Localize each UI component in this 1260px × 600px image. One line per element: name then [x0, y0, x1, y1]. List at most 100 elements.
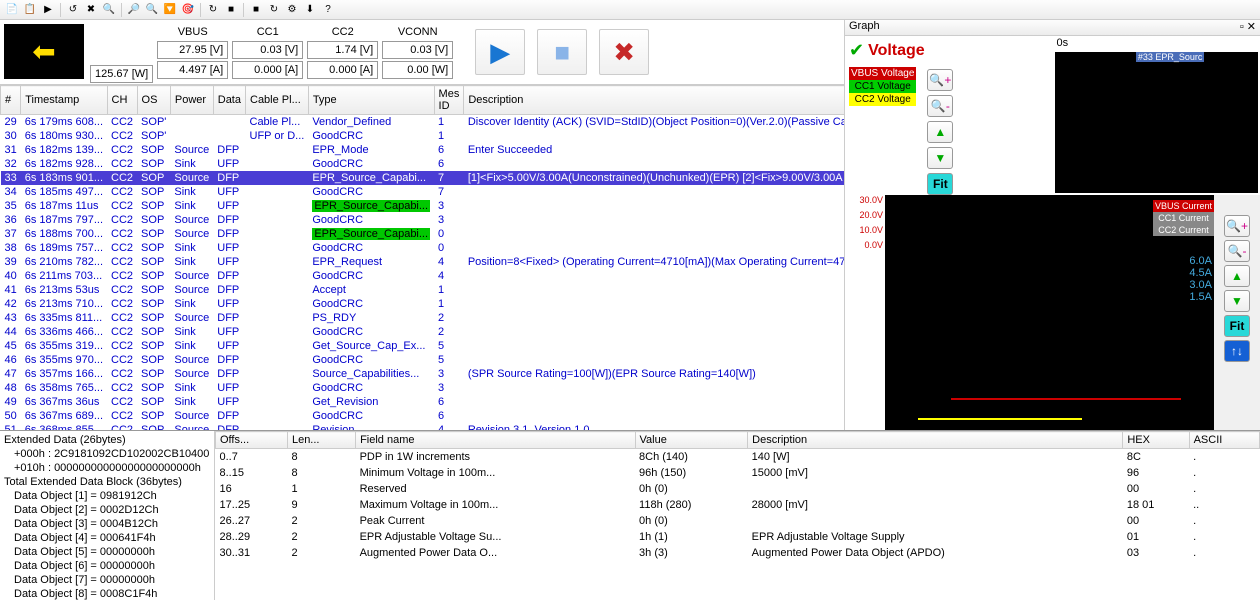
table-row[interactable]: 436s 335ms 811...CC2SOPSourceDFPPS_RDY2 [1, 311, 845, 325]
table-row[interactable]: 506s 367ms 689...CC2SOPSourceDFPGoodCRC6 [1, 409, 845, 423]
col-header[interactable]: Timestamp [21, 86, 107, 115]
toolbar-button-0[interactable]: 📄 [4, 2, 20, 18]
table-row[interactable]: 326s 182ms 928...CC2SOPSinkUFPGoodCRC6 [1, 157, 845, 171]
toolbar-button-12[interactable]: ■ [248, 2, 264, 18]
play-button[interactable]: ▶ [475, 29, 525, 75]
field-detail-grid[interactable]: Offs...Len...Field nameValueDescriptionH… [215, 431, 1260, 600]
col-header[interactable]: Description [748, 432, 1123, 449]
tree-item[interactable]: Data Object [2] = 0002D12Ch [2, 503, 212, 517]
scroll-up-button-2[interactable]: ▲ [1224, 265, 1250, 287]
table-row[interactable]: 161Reserved0h (0)00. [216, 481, 1260, 497]
toolbar-button-1[interactable]: 📋 [22, 2, 38, 18]
toolbar-button-6[interactable]: 🔎 [126, 2, 142, 18]
table-row[interactable]: 17..259Maximum Voltage in 100m...118h (2… [216, 497, 1260, 513]
scroll-down-button[interactable]: ▼ [927, 147, 953, 169]
fit-button[interactable]: Fit [927, 173, 953, 195]
table-row[interactable]: 306s 180ms 930...CC2SOP'UFP or D...GoodC… [1, 129, 845, 143]
table-row[interactable]: 446s 336ms 466...CC2SOPSinkUFPGoodCRC2 [1, 325, 845, 339]
col-header[interactable]: Field name [356, 432, 635, 449]
col-header[interactable]: Len... [287, 432, 355, 449]
table-row[interactable]: 376s 188ms 700...CC2SOPSourceDFPEPR_Sour… [1, 227, 845, 241]
table-row[interactable]: 486s 358ms 765...CC2SOPSinkUFPGoodCRC3 [1, 381, 845, 395]
table-row[interactable]: 516s 368ms 855...CC2SOPSourceDFPRevision… [1, 423, 845, 430]
toolbar-button-3[interactable]: ↺ [65, 2, 81, 18]
table-row[interactable]: 8..158Minimum Voltage in 100m...96h (150… [216, 465, 1260, 481]
tree-root-total[interactable]: Total Extended Data Block (36bytes) [2, 475, 212, 489]
toolbar-button-16[interactable]: ? [320, 2, 336, 18]
zoom-in-button[interactable]: 🔍+ [927, 69, 953, 91]
tree-item[interactable]: +000h : 2C9181092CD102002CB10400 [2, 447, 212, 461]
table-row[interactable]: 356s 187ms 11usCC2SOPSinkUFPEPR_Source_C… [1, 199, 845, 213]
col-header[interactable]: Mes ID [434, 86, 464, 115]
panel-controls[interactable]: ▫ ✕ [1240, 20, 1256, 35]
tree-item[interactable]: Data Object [1] = 0981912Ch [2, 489, 212, 503]
toolbar-button-5[interactable]: 🔍 [101, 2, 117, 18]
col-header[interactable]: OS [137, 86, 170, 115]
data-tree[interactable]: Extended Data (26bytes) +000h : 2C918109… [0, 431, 215, 600]
table-row[interactable]: 416s 213ms 53usCC2SOPSourceDFPAccept1 [1, 283, 845, 297]
table-row[interactable]: 26..272Peak Current0h (0)00. [216, 513, 1260, 529]
packet-grid[interactable]: #TimestampCHOSPowerDataCable Pl...TypeMe… [0, 85, 844, 430]
tree-item[interactable]: Data Object [3] = 0004B12Ch [2, 517, 212, 531]
tree-item[interactable]: Data Object [8] = 0008C1F4h [2, 587, 212, 600]
stop-button[interactable]: ■ [537, 29, 587, 75]
toolbar-button-8[interactable]: 🔽 [162, 2, 178, 18]
col-header[interactable]: CH [107, 86, 137, 115]
toolbar-button-14[interactable]: ⚙ [284, 2, 300, 18]
table-row[interactable]: 426s 213ms 710...CC2SOPSinkUFPGoodCRC1 [1, 297, 845, 311]
table-row[interactable]: 476s 357ms 166...CC2SOPSourceDFPSource_C… [1, 367, 845, 381]
toolbar-button-13[interactable]: ↻ [266, 2, 282, 18]
col-header[interactable]: Value [635, 432, 748, 449]
table-row[interactable]: 396s 210ms 782...CC2SOPSinkUFPEPR_Reques… [1, 255, 845, 269]
table-row[interactable]: 316s 182ms 139...CC2SOPSourceDFPEPR_Mode… [1, 143, 845, 157]
scroll-up-button[interactable]: ▲ [927, 121, 953, 143]
table-row[interactable]: 336s 183ms 901...CC2SOPSourceDFPEPR_Sour… [1, 171, 845, 185]
table-row[interactable]: 456s 355ms 319...CC2SOPSinkUFPGet_Source… [1, 339, 845, 353]
toolbar-button-4[interactable]: ✖ [83, 2, 99, 18]
toolbar-button-2[interactable]: ▶ [40, 2, 56, 18]
table-row[interactable]: 406s 211ms 703...CC2SOPSourceDFPGoodCRC4 [1, 269, 845, 283]
zoom-in-button-2[interactable]: 🔍+ [1224, 215, 1250, 237]
clear-button[interactable]: ✖ [599, 29, 649, 75]
tree-item[interactable]: Data Object [5] = 00000000h [2, 545, 212, 559]
col-header[interactable]: Offs... [216, 432, 288, 449]
table-row[interactable]: 366s 187ms 797...CC2SOPSourceDFPGoodCRC3 [1, 213, 845, 227]
col-header[interactable]: Data [213, 86, 245, 115]
col-header[interactable]: Type [308, 86, 434, 115]
voltage-chart[interactable]: #33 EPR_Sourc [1055, 52, 1259, 193]
table-row[interactable]: 346s 185ms 497...CC2SOPSinkUFPGoodCRC7 [1, 185, 845, 199]
table-row[interactable]: 296s 179ms 608...CC2SOP'Cable Pl...Vendo… [1, 115, 845, 130]
tree-item[interactable]: Data Object [6] = 00000000h [2, 559, 212, 573]
tree-item[interactable]: Data Object [7] = 00000000h [2, 573, 212, 587]
tree-item[interactable]: +010h : 00000000000000000000000h [2, 461, 212, 475]
col-header[interactable]: ASCII [1189, 432, 1259, 449]
toolbar-button-11[interactable]: ■ [223, 2, 239, 18]
vconn-label: VCONN [380, 24, 455, 40]
col-header[interactable]: HEX [1123, 432, 1189, 449]
check-icon: ✔ [849, 40, 864, 61]
table-row[interactable]: 30..312Augmented Power Data O...3h (3)Au… [216, 545, 1260, 561]
table-row[interactable]: 0..78PDP in 1W increments8Ch (140)140 [W… [216, 449, 1260, 466]
zoom-out-button[interactable]: 🔍- [927, 95, 953, 117]
fit-button-2[interactable]: Fit [1224, 315, 1250, 337]
col-header[interactable]: Cable Pl... [246, 86, 309, 115]
toolbar-button-15[interactable]: ⬇ [302, 2, 318, 18]
graph-panel-title: Graph [849, 20, 880, 35]
table-row[interactable]: 28..292EPR Adjustable Voltage Su...1h (1… [216, 529, 1260, 545]
cc2-label: CC2 [305, 24, 380, 40]
toolbar-button-10[interactable]: ↻ [205, 2, 221, 18]
col-header[interactable]: Power [170, 86, 213, 115]
zoom-out-button-2[interactable]: 🔍- [1224, 240, 1250, 262]
table-row[interactable]: 466s 355ms 970...CC2SOPSourceDFPGoodCRC5 [1, 353, 845, 367]
toolbar-button-9[interactable]: 🎯 [180, 2, 196, 18]
tree-root-ext[interactable]: Extended Data (26bytes) [2, 433, 212, 447]
toolbar-button-7[interactable]: 🔍 [144, 2, 160, 18]
scroll-down-button-2[interactable]: ▼ [1224, 290, 1250, 312]
current-chart[interactable]: VBUS CurrentCC1 CurrentCC2 Current 6.0A4… [885, 195, 1214, 430]
tree-item[interactable]: Data Object [4] = 000641F4h [2, 531, 212, 545]
col-header[interactable]: # [1, 86, 21, 115]
swap-button[interactable]: ↑↓ [1224, 340, 1250, 362]
table-row[interactable]: 386s 189ms 757...CC2SOPSinkUFPGoodCRC0 [1, 241, 845, 255]
table-row[interactable]: 496s 367ms 36usCC2SOPSinkUFPGet_Revision… [1, 395, 845, 409]
col-header[interactable]: Description [464, 86, 844, 115]
